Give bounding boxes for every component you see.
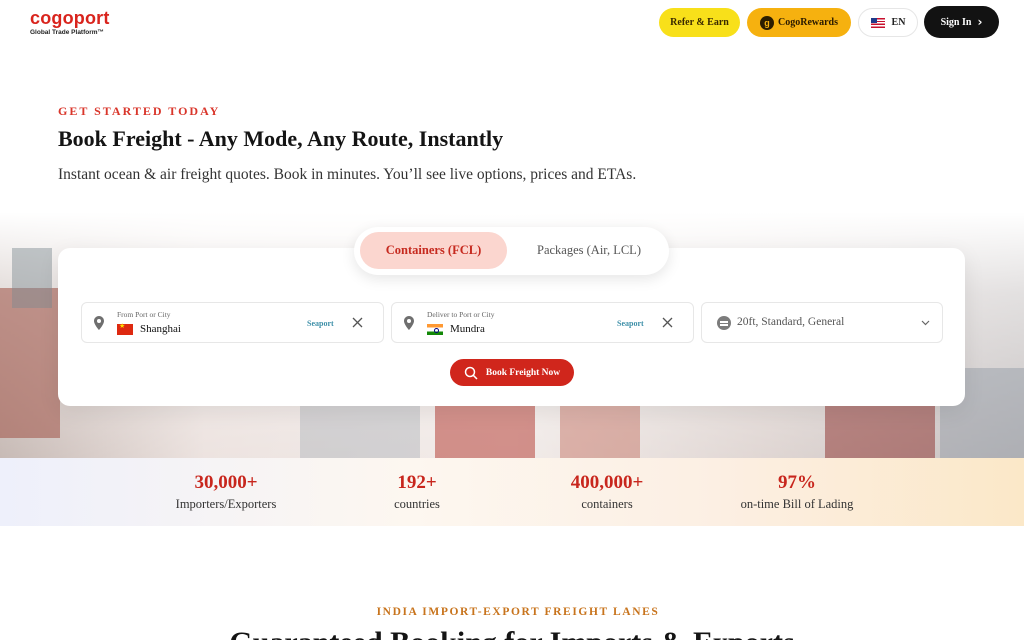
stat-value: 400,000+ xyxy=(570,472,644,493)
language-selector[interactable]: EN xyxy=(858,8,918,37)
origin-port-field[interactable]: From Port or City Shanghai Seaport xyxy=(81,302,384,343)
india-flag-icon xyxy=(427,324,443,335)
logo-wordmark: cogoport xyxy=(30,8,110,28)
destination-port-field[interactable]: Deliver to Port or City Mundra Seaport xyxy=(391,302,694,343)
hero-subtitle: Instant ocean & air freight quotes. Book… xyxy=(58,166,637,183)
refer-earn-button[interactable]: Refer & Earn xyxy=(659,8,740,37)
container-details-dropdown[interactable]: 20ft, Standard, General xyxy=(701,302,943,343)
cogo-rewards-label: CogoRewards xyxy=(778,17,838,28)
sign-in-label: Sign In xyxy=(940,16,972,28)
container-icon xyxy=(717,316,731,330)
location-pin-icon xyxy=(94,316,104,330)
container-stack xyxy=(300,403,420,458)
top-navbar: cogoport Global Trade Platform™ Refer & … xyxy=(0,0,1024,48)
us-flag-icon xyxy=(870,17,885,28)
tab-containers-fcl[interactable]: Containers (FCL) xyxy=(360,232,507,269)
china-flag-icon xyxy=(117,322,133,335)
container-stack xyxy=(0,288,60,438)
chevron-down-icon xyxy=(921,320,930,326)
stat-label: on-time Bill of Lading xyxy=(740,497,854,511)
stat-label: containers xyxy=(581,497,633,511)
lanes-section-title: Guaranteed Booking for Imports & Exports xyxy=(0,626,1024,640)
stat-value: 97% xyxy=(778,472,816,493)
clear-destination-icon[interactable] xyxy=(661,316,674,329)
language-label: EN xyxy=(891,17,906,28)
cogoport-logo[interactable]: cogoport Global Trade Platform™ xyxy=(30,9,110,37)
page-title: Book Freight - Any Mode, Any Route, Inst… xyxy=(58,126,504,151)
cogo-rewards-button[interactable]: g CogoRewards xyxy=(747,8,851,37)
origin-value: Shanghai xyxy=(140,323,181,335)
book-freight-now-button[interactable]: Book Freight Now xyxy=(450,359,574,386)
location-pin-icon xyxy=(404,316,414,330)
container-stack xyxy=(825,398,935,458)
book-freight-now-label: Book Freight Now xyxy=(485,367,561,378)
mode-tabs: Containers (FCL) Packages (Air, LCL) xyxy=(354,227,669,275)
origin-seaport-badge: Seaport xyxy=(307,319,334,328)
stat-label: countries xyxy=(394,497,440,511)
tab-packages-air-lcl[interactable]: Packages (Air, LCL) xyxy=(514,232,664,269)
stat-importers: 30,000+ Importers/Exporters xyxy=(131,471,321,513)
clear-origin-icon[interactable] xyxy=(351,316,364,329)
container-stack xyxy=(12,248,52,308)
chevron-right-icon: › xyxy=(977,15,983,29)
stat-label: Importers/Exporters xyxy=(175,497,277,511)
destination-seaport-badge: Seaport xyxy=(617,319,644,328)
container-details-value: 20ft, Standard, General xyxy=(737,316,845,328)
stat-value: 30,000+ xyxy=(194,472,258,493)
destination-field-label: Deliver to Port or City xyxy=(427,310,495,319)
hero-eyebrow: GET STARTED TODAY xyxy=(58,104,221,118)
cogo-coin-icon: g xyxy=(760,15,774,30)
logo-tagline: Global Trade Platform™ xyxy=(30,29,105,36)
sign-in-button[interactable]: Sign In › xyxy=(924,6,999,38)
stat-value: 192+ xyxy=(397,472,437,493)
stat-countries: 192+ countries xyxy=(322,471,512,513)
stat-bill-of-lading: 97% on-time Bill of Lading xyxy=(702,471,892,513)
stats-strip: 30,000+ Importers/Exporters 192+ countri… xyxy=(0,458,1024,526)
destination-value: Mundra xyxy=(450,323,485,335)
lanes-eyebrow: INDIA IMPORT-EXPORT FREIGHT LANES xyxy=(376,606,660,618)
search-icon xyxy=(464,366,478,380)
origin-field-label: From Port or City xyxy=(117,310,171,319)
stat-containers: 400,000+ containers xyxy=(512,471,702,513)
